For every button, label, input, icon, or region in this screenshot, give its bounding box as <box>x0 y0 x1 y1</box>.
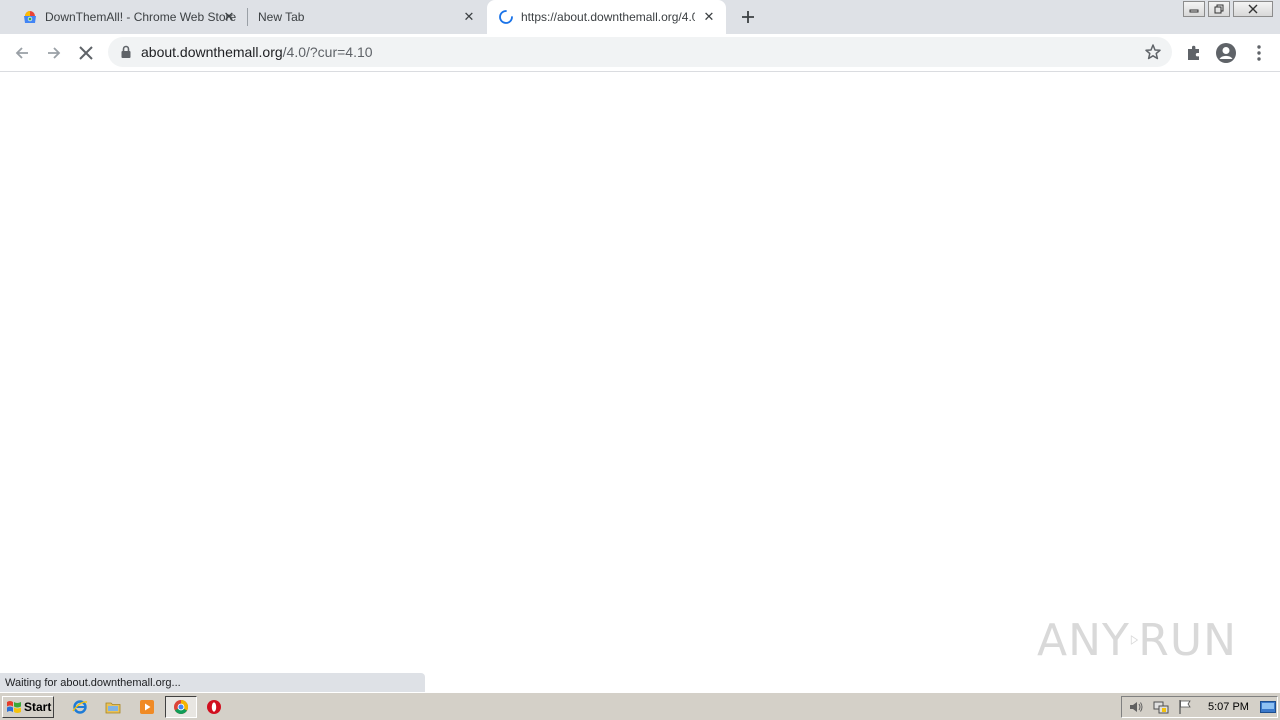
kebab-menu-icon <box>1257 45 1261 61</box>
chrome-menu-button[interactable] <box>1248 42 1270 64</box>
system-tray <box>1121 696 1278 718</box>
forward-button[interactable] <box>41 40 67 66</box>
tab-strip: DownThemAll! - Chrome Web Store ✕ New Ta… <box>0 0 1280 34</box>
opera-icon <box>207 700 221 714</box>
extensions-button[interactable] <box>1183 42 1205 64</box>
file-explorer-launcher[interactable] <box>104 698 122 716</box>
media-player-launcher[interactable] <box>138 698 156 716</box>
start-button[interactable]: Start <box>2 696 54 718</box>
stop-x-icon <box>79 46 93 60</box>
media-player-icon <box>140 700 154 714</box>
anyrun-watermark: ANY RUN <box>1037 608 1237 672</box>
page-content <box>0 72 1280 692</box>
puzzle-piece-icon <box>1188 45 1199 60</box>
plus-icon <box>742 11 754 23</box>
watermark-text-left: ANY <box>1037 614 1130 666</box>
close-window-button[interactable] <box>1233 1 1273 17</box>
windows-taskbar: Start 5:07 PM <box>0 692 1280 720</box>
status-bubble: Waiting for about.downthemall.org... <box>0 673 425 692</box>
profile-button[interactable] <box>1215 42 1237 64</box>
watermark-text-right: RUN <box>1138 614 1237 666</box>
tab-downthemall-about[interactable]: https://about.downthemall.org/4.0/ ✕ <box>487 0 726 34</box>
arrow-right-icon <box>48 47 61 59</box>
network-icon[interactable] <box>1153 699 1169 715</box>
close-icon <box>1248 4 1258 14</box>
arrow-left-icon <box>15 47 28 59</box>
minimize-button[interactable] <box>1183 1 1205 17</box>
chrome-web-store-icon <box>24 11 36 23</box>
minimize-icon <box>1189 9 1199 13</box>
start-label: Start <box>24 700 52 714</box>
tab-title: DownThemAll! - Chrome Web Store <box>45 10 237 24</box>
tab-new-tab[interactable]: New Tab ✕ <box>248 0 486 34</box>
internet-explorer-icon <box>72 700 88 714</box>
show-desktop-icon[interactable] <box>1260 701 1276 715</box>
new-tab-button[interactable] <box>737 6 759 28</box>
tab-chrome-web-store[interactable]: DownThemAll! - Chrome Web Store ✕ <box>8 0 246 34</box>
restore-icon <box>1214 4 1224 14</box>
url-text[interactable]: about.downthemall.org/4.0/?cur=4.10 <box>141 44 373 60</box>
url-path: /4.0/?cur=4.10 <box>282 44 373 60</box>
chrome-icon <box>174 700 188 714</box>
url-host: about.downthemall.org <box>141 44 283 60</box>
close-tab-icon[interactable]: ✕ <box>462 9 476 24</box>
back-button[interactable] <box>9 40 35 66</box>
action-center-flag-icon[interactable] <box>1177 699 1193 715</box>
windows-logo-icon <box>7 701 21 713</box>
folder-icon <box>105 702 121 714</box>
account-avatar-icon <box>1216 43 1236 63</box>
restore-button[interactable] <box>1208 1 1230 17</box>
opera-launcher[interactable] <box>205 698 223 716</box>
chrome-taskbar-button[interactable] <box>165 696 197 718</box>
address-bar[interactable]: about.downthemall.org/4.0/?cur=4.10 <box>108 37 1172 67</box>
volume-icon[interactable] <box>1128 699 1144 715</box>
loading-spinner-icon <box>499 10 513 24</box>
taskbar-clock[interactable]: 5:07 PM <box>1208 701 1249 713</box>
tab-title: New Tab <box>258 10 305 24</box>
stop-loading-button[interactable] <box>73 40 99 66</box>
internet-explorer-launcher[interactable] <box>71 698 89 716</box>
bookmark-star-icon[interactable] <box>1144 43 1162 61</box>
tab-title: https://about.downthemall.org/4.0/ <box>521 10 695 24</box>
lock-icon[interactable] <box>120 45 132 59</box>
close-tab-icon[interactable]: ✕ <box>702 9 716 24</box>
play-logo-icon <box>1130 635 1138 645</box>
browser-toolbar: about.downthemall.org/4.0/?cur=4.10 <box>0 34 1280 72</box>
close-tab-icon[interactable]: ✕ <box>222 9 236 24</box>
